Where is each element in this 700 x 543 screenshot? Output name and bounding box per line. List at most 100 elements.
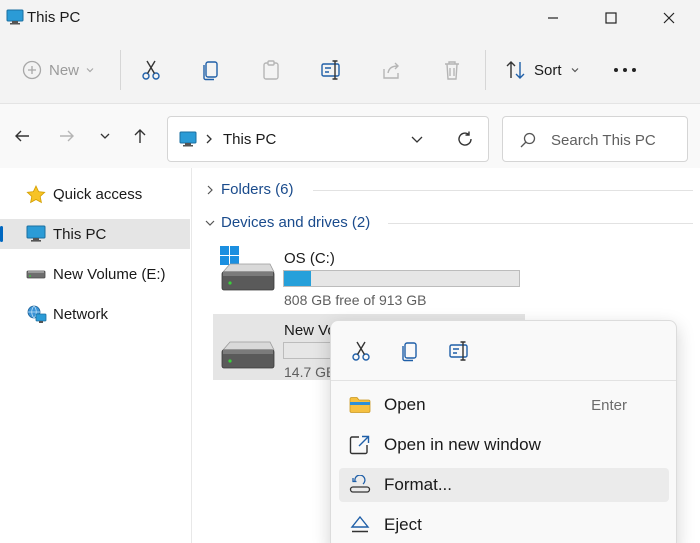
more-options-button[interactable]: [613, 52, 637, 88]
chevron-down-icon: [86, 68, 94, 73]
chevron-down-icon: [100, 133, 110, 139]
new-label: New: [49, 61, 80, 79]
drive-usage-fill: [284, 271, 312, 286]
context-rename-button[interactable]: [446, 337, 474, 365]
menu-item-eject[interactable]: Eject: [339, 508, 669, 542]
group-header-folders[interactable]: Folders (6): [203, 179, 693, 201]
trash-icon: [445, 61, 459, 80]
drive-icon: [26, 265, 46, 286]
sort-icon: [506, 61, 525, 79]
open-window-icon: [349, 435, 371, 458]
scissors-icon: [352, 341, 370, 361]
search-input[interactable]: [551, 129, 681, 151]
close-button[interactable]: [640, 0, 698, 36]
sidebar-item-this-pc[interactable]: This PC: [0, 219, 190, 249]
toolbar-separator: [120, 50, 121, 90]
command-bar: New Sort: [0, 36, 700, 104]
address-history-button[interactable]: [410, 133, 424, 149]
sidebar-item-label: Quick access: [53, 186, 143, 203]
share-button[interactable]: [381, 52, 403, 88]
cut-button[interactable]: [140, 52, 162, 88]
rename-icon: [449, 341, 468, 361]
maximize-icon: [605, 12, 617, 24]
sidebar-item-new-volume[interactable]: New Volume (E:): [0, 259, 190, 289]
format-icon: [349, 474, 371, 498]
scissors-icon: [142, 60, 160, 80]
group-header-devices[interactable]: Devices and drives (2): [203, 212, 693, 234]
drive-usage-bar: [283, 270, 520, 287]
new-button[interactable]: New: [22, 52, 95, 88]
arrow-up-icon: [134, 129, 146, 143]
context-quick-actions: [331, 321, 676, 381]
sidebar-item-label: New Volume (E:): [53, 266, 166, 283]
minimize-icon: [548, 17, 558, 19]
context-cut-button[interactable]: [347, 337, 375, 365]
drive-icon: [220, 324, 276, 375]
context-menu: Open Enter Open in new window Format... …: [330, 320, 677, 543]
sidebar-item-label: This PC: [53, 226, 107, 243]
menu-item-shortcut: Enter: [591, 397, 627, 414]
rename-icon: [321, 60, 340, 80]
group-header-label: Devices and drives (2): [221, 214, 371, 231]
menu-item-label: Eject: [384, 515, 422, 534]
group-divider: [313, 190, 693, 191]
title-bar: This PC: [0, 0, 700, 36]
recent-locations-button[interactable]: [91, 122, 119, 150]
arrow-right-icon: [60, 130, 74, 142]
sidebar-item-label: Network: [53, 306, 109, 323]
sort-label: Sort: [534, 61, 562, 79]
forward-button[interactable]: [53, 122, 81, 150]
menu-item-label: Open in new window: [384, 435, 541, 454]
paste-button[interactable]: [260, 52, 282, 88]
monitor-icon: [26, 225, 46, 246]
drive-free-space: 808 GB free of 913 GB: [284, 292, 427, 308]
sidebar-item-network[interactable]: Network: [0, 299, 190, 329]
menu-item-open[interactable]: Open Enter: [339, 388, 669, 422]
refresh-button[interactable]: [456, 130, 474, 151]
more-icon: [614, 68, 636, 72]
copy-icon: [402, 342, 417, 362]
share-icon: [383, 62, 399, 79]
menu-item-open-new-window[interactable]: Open in new window: [339, 428, 669, 462]
rename-button[interactable]: [320, 52, 344, 88]
navigation-bar: This PC: [0, 104, 700, 168]
monitor-icon: [179, 131, 197, 150]
address-path: This PC: [223, 131, 277, 148]
delete-button[interactable]: [441, 52, 463, 88]
maximize-button[interactable]: [582, 0, 640, 36]
plus-circle-icon: [22, 60, 42, 80]
folder-icon: [349, 395, 371, 418]
context-copy-button[interactable]: [396, 337, 424, 365]
minimize-button[interactable]: [524, 0, 582, 36]
windows-drive-icon: [220, 246, 276, 297]
menu-item-format[interactable]: Format...: [339, 468, 669, 502]
drive-name: New Vo: [284, 322, 336, 339]
star-icon: [26, 185, 46, 207]
chevron-right-icon: [207, 185, 213, 195]
toolbar-separator: [485, 50, 486, 90]
search-box[interactable]: [502, 116, 688, 162]
sort-button[interactable]: Sort: [505, 52, 580, 88]
drive-free-space: 14.7 GB: [284, 364, 336, 380]
chevron-down-icon: [205, 220, 215, 226]
menu-item-label: Open: [384, 395, 426, 414]
chevron-right-icon: [205, 132, 213, 148]
menu-item-label: Format...: [384, 475, 453, 494]
arrow-left-icon: [15, 130, 29, 142]
drive-item-os-c[interactable]: OS (C:) 808 GB free of 913 GB: [213, 242, 525, 308]
close-icon: [663, 12, 675, 24]
copy-button[interactable]: [200, 52, 222, 88]
drive-name: OS (C:): [284, 250, 335, 267]
chevron-down-icon: [571, 68, 578, 73]
copy-icon: [203, 61, 218, 81]
up-button[interactable]: [126, 122, 154, 150]
refresh-icon: [458, 131, 472, 146]
network-icon: [26, 305, 48, 328]
address-bar[interactable]: This PC: [167, 116, 489, 162]
window-title: This PC: [27, 9, 81, 26]
back-button[interactable]: [8, 122, 36, 150]
paste-icon: [263, 60, 279, 80]
monitor-icon: [6, 9, 24, 28]
sidebar-item-quick-access[interactable]: Quick access: [0, 179, 190, 209]
group-header-label: Folders (6): [221, 181, 294, 198]
